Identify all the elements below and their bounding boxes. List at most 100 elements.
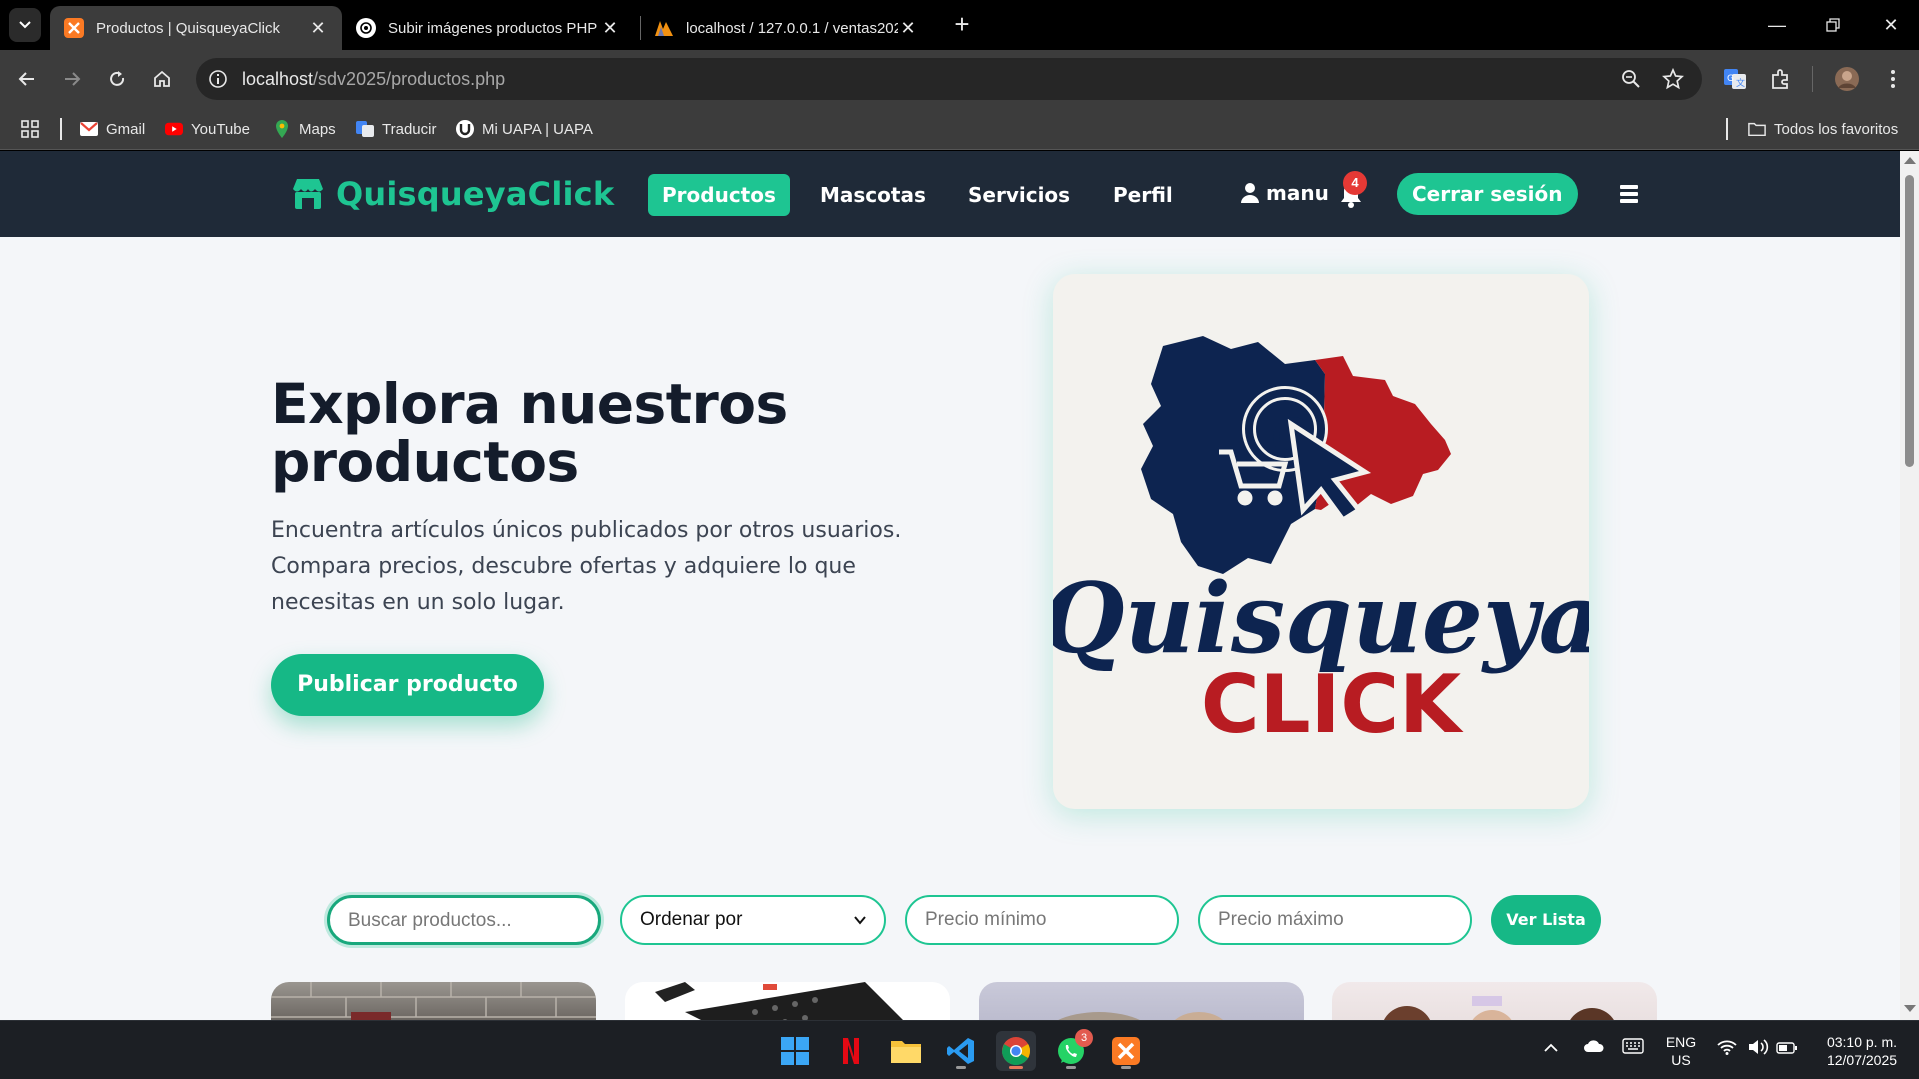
bookmark-maps[interactable]: Maps [273,117,336,141]
list-view-button[interactable]: Ver Lista [1491,895,1601,945]
publish-product-button[interactable]: Publicar producto [271,654,544,716]
hero-description: Encuentra artículos únicos publicados po… [271,518,902,615]
home-icon [154,70,170,87]
nav-mascotas[interactable]: Mascotas [806,174,940,216]
nav-perfil[interactable]: Perfil [1099,174,1187,216]
back-button[interactable] [10,62,44,96]
close-icon[interactable]: ✕ [308,18,328,39]
bookmark-label: YouTube [191,120,250,138]
user-menu[interactable]: manu [1240,181,1329,205]
scroll-down-arrow[interactable] [1904,1005,1916,1012]
menu-icon[interactable] [1620,184,1638,204]
file-explorer-icon[interactable] [886,1031,926,1071]
browser-tab-strip: Productos | QuisqueyaClick ✕ Subir imáge… [0,0,1919,50]
chrome-icon[interactable] [996,1031,1036,1071]
bookmarks-divider [1726,118,1728,140]
phpmyadmin-icon [654,18,674,38]
tab-title: localhost / 127.0.0.1 / ventas2025 [686,19,898,37]
product-image [655,982,903,1020]
home-button[interactable] [145,62,179,96]
logout-button[interactable]: Cerrar sesión [1397,173,1578,215]
profile-avatar[interactable] [1830,62,1864,96]
tab-phpmyadmin[interactable]: localhost / 127.0.0.1 / ventas2025 ✕ [640,6,932,50]
running-indicator [1066,1066,1076,1069]
vscode-icon[interactable] [941,1031,981,1071]
google-translate-icon[interactable]: G文 [1718,62,1752,96]
netflix-icon[interactable] [831,1031,871,1071]
product-card[interactable] [625,982,950,1020]
apps-grid-icon [21,120,39,138]
hero-title: Explora nuestros productos [271,372,788,494]
chevron-down-icon [19,21,31,29]
star-icon[interactable] [1662,68,1684,90]
tray-overflow-icon[interactable] [1543,1039,1559,1057]
address-bar[interactable]: localhost/sdv2025/productos.php [196,58,1702,100]
nav-productos[interactable]: Productos [648,174,790,216]
quisqueyaclick-logo: Quisqueya CLICK [1041,336,1601,751]
page-viewport: QuisqueyaClick Productos Mascotas Servic… [0,151,1900,1020]
chevron-down-icon [854,916,866,925]
close-icon[interactable]: ✕ [600,18,620,39]
bookmark-youtube[interactable]: YouTube [165,117,250,141]
max-price-input[interactable]: Precio máximo [1198,895,1472,945]
new-tab-button[interactable]: + [948,10,976,40]
product-image [1383,996,1614,1020]
logo-bold-text: CLICK [1201,658,1464,751]
scrollbar-thumb[interactable] [1905,175,1914,467]
bookmark-label: Mi UAPA | UAPA [482,120,593,138]
keyboard-icon[interactable] [1622,1038,1644,1058]
product-card[interactable] [271,982,596,1020]
bookmarks-divider [60,118,62,140]
clock-date: 12/07/2025 [1826,1052,1898,1068]
product-image [1058,1012,1223,1020]
arrow-left-icon [18,72,34,86]
whatsapp-badge: 3 [1075,1029,1093,1047]
apps-button[interactable] [20,117,40,141]
tab-productos[interactable]: Productos | QuisqueyaClick ✕ [50,6,342,50]
tab-subir-imagenes[interactable]: Subir imágenes productos PHP ✕ [342,6,634,50]
wifi-icon[interactable] [1717,1039,1737,1059]
bookmark-traducir[interactable]: Traducir [356,117,436,141]
uapa-icon [456,120,474,138]
windows-start-icon[interactable] [775,1031,815,1071]
onedrive-icon[interactable] [1583,1039,1605,1057]
volume-icon[interactable] [1748,1038,1770,1060]
extensions-icon[interactable] [1764,62,1798,96]
whatsapp-icon[interactable]: 3 [1051,1029,1093,1071]
minimize-button[interactable]: — [1752,8,1802,42]
search-input[interactable]: Buscar productos... [327,895,601,945]
product-card[interactable] [979,982,1304,1020]
min-price-input[interactable]: Precio mínimo [905,895,1179,945]
svg-text:G: G [1727,74,1734,84]
language-indicator[interactable]: ENG US [1663,1033,1699,1069]
chatgpt-icon [356,18,376,38]
close-icon[interactable]: ✕ [898,18,918,39]
xampp-icon[interactable] [1106,1031,1146,1071]
tab-search-button[interactable] [9,8,41,42]
product-card[interactable] [1332,982,1657,1020]
reload-button[interactable] [100,62,134,96]
order-select-value: Ordenar por [640,909,743,930]
site-logo[interactable]: QuisqueyaClick [290,175,614,213]
tab-title: Productos | QuisqueyaClick [96,19,280,37]
scroll-up-arrow[interactable] [1904,157,1916,164]
close-window-button[interactable]: ✕ [1866,8,1916,42]
arrow-right-icon [65,72,81,86]
all-bookmarks[interactable]: Todos los favoritos [1748,117,1898,141]
site-info-icon[interactable] [208,69,228,89]
bookmark-gmail[interactable]: Gmail [80,117,145,141]
order-select[interactable]: Ordenar por [620,895,886,945]
all-bookmarks-label: Todos los favoritos [1774,120,1899,138]
maps-icon [273,120,291,138]
region-code: US [1671,1052,1691,1068]
forward-button[interactable] [55,62,89,96]
battery-icon[interactable] [1776,1040,1798,1058]
more-menu-icon[interactable] [1876,62,1910,96]
zoom-icon[interactable] [1621,69,1641,89]
nav-servicios[interactable]: Servicios [954,174,1084,216]
clock[interactable]: 03:10 p. m. 12/07/2025 [1812,1033,1912,1069]
site-navbar: QuisqueyaClick Productos Mascotas Servic… [0,151,1900,237]
bookmark-uapa[interactable]: Mi UAPA | UAPA [456,117,593,141]
restore-button[interactable] [1808,8,1858,42]
page-scrollbar[interactable] [1900,151,1919,1020]
